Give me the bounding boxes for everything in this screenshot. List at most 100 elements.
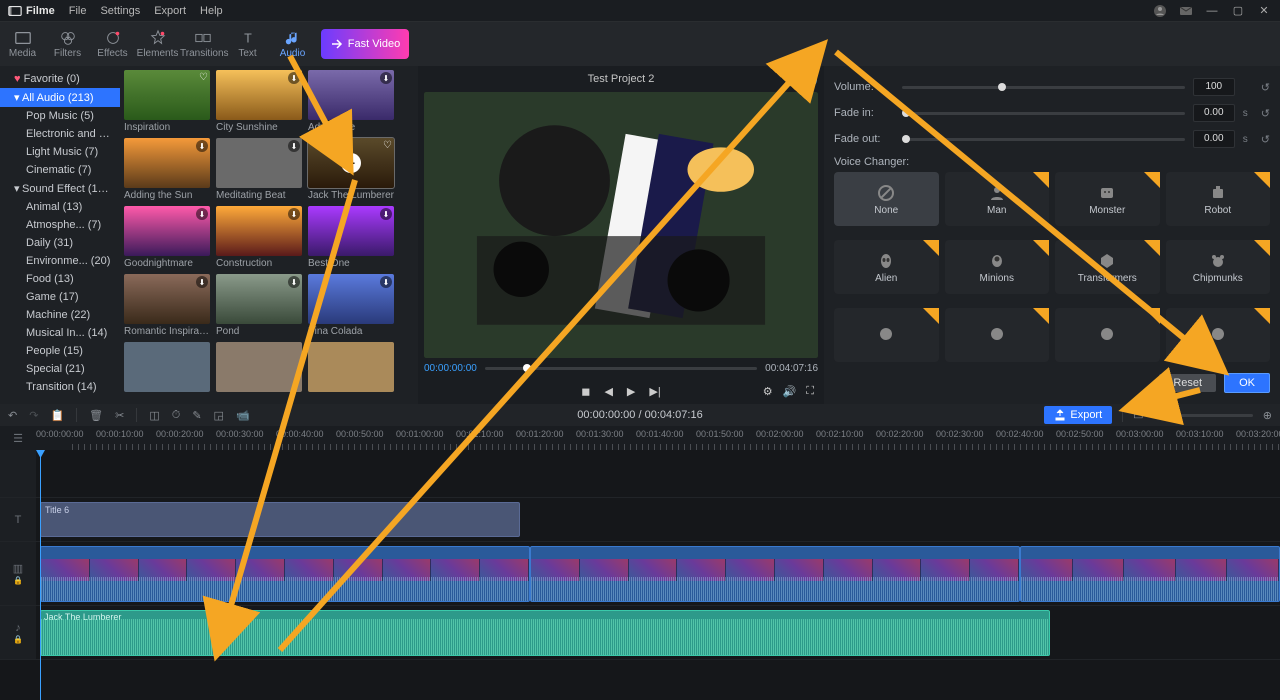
- tree-atmos[interactable]: Atmosphe... (7): [0, 216, 120, 234]
- tree-env[interactable]: Environme... (20): [0, 252, 120, 270]
- tree-daily[interactable]: Daily (31): [0, 234, 120, 252]
- tree-light[interactable]: Light Music (7): [0, 143, 120, 161]
- fadeout-value[interactable]: 0.00: [1193, 130, 1235, 148]
- export-button[interactable]: Export: [1044, 406, 1112, 424]
- menu-help[interactable]: Help: [200, 5, 223, 17]
- tab-audio[interactable]: Audio: [270, 29, 315, 59]
- title-clip[interactable]: Title 6: [40, 502, 520, 537]
- account-icon[interactable]: [1152, 3, 1168, 19]
- tree-musical[interactable]: Musical In... (14): [0, 324, 120, 342]
- fadeout-reset[interactable]: ↺: [1261, 133, 1270, 146]
- marker-button[interactable]: ▭: [1133, 409, 1143, 422]
- clip-extra2[interactable]: [216, 342, 302, 392]
- window-maximize[interactable]: ▢: [1230, 3, 1246, 19]
- color-button[interactable]: ✎: [192, 409, 201, 422]
- zoom-out[interactable]: ⊖: [1154, 409, 1163, 422]
- tree-transition[interactable]: Transition (14): [0, 378, 120, 396]
- clip-adventime[interactable]: ⬇Adventime: [308, 70, 394, 134]
- voice-extra[interactable]: [1055, 308, 1160, 362]
- playhead[interactable]: [40, 450, 41, 700]
- tree-all-audio[interactable]: ▾All Audio (213): [0, 88, 120, 107]
- voice-man[interactable]: Man: [945, 172, 1050, 226]
- tree-cinematic[interactable]: Cinematic (7): [0, 161, 120, 179]
- volume-value[interactable]: 100: [1193, 78, 1235, 96]
- undo-button[interactable]: ↶: [8, 409, 17, 422]
- tree-favorite[interactable]: ♥ Favorite (0): [0, 70, 120, 88]
- menu-file[interactable]: File: [69, 5, 87, 17]
- clip-inspiration[interactable]: ♡Inspiration: [124, 70, 210, 134]
- window-minimize[interactable]: —: [1204, 3, 1220, 19]
- track-header-audio[interactable]: ♪🔒: [0, 606, 36, 659]
- fast-video-button[interactable]: Fast Video: [321, 29, 409, 59]
- video-clip-3[interactable]: 0118Filme3.0 Video Editor: [1020, 546, 1280, 602]
- fadein-reset[interactable]: ↺: [1261, 107, 1270, 120]
- voice-robot[interactable]: Robot: [1166, 172, 1271, 226]
- volume-icon[interactable]: 🔊: [783, 385, 797, 398]
- zoom-slider[interactable]: [1173, 414, 1253, 417]
- clip-meditating[interactable]: ⬇Meditating Beat: [216, 138, 302, 202]
- voice-extra[interactable]: [1166, 308, 1271, 362]
- voice-extra[interactable]: [834, 308, 939, 362]
- clip-adding-sun[interactable]: ⬇Adding the Sun: [124, 138, 210, 202]
- next-frame[interactable]: ▶|: [649, 385, 660, 398]
- track-header-video[interactable]: ▥🔒: [0, 542, 36, 605]
- timeline-menu[interactable]: ☰: [0, 426, 36, 450]
- fadein-slider[interactable]: [902, 112, 1185, 115]
- prev-frame[interactable]: ◀: [604, 385, 612, 398]
- add-clip-button[interactable]: +: [341, 153, 361, 173]
- tree-electronic[interactable]: Electronic and ... (7): [0, 125, 120, 143]
- video-clip-1[interactable]: 0118Filme3.0 Video Editor: [40, 546, 530, 602]
- tab-elements[interactable]: Elements: [135, 29, 180, 59]
- ok-button[interactable]: OK: [1224, 373, 1270, 393]
- tab-filters[interactable]: Filters: [45, 29, 90, 59]
- tree-people[interactable]: People (15): [0, 342, 120, 360]
- voice-monster[interactable]: Monster: [1055, 172, 1160, 226]
- delete-button[interactable]: 🗑: [89, 409, 103, 422]
- scrub-bar[interactable]: [485, 367, 757, 370]
- tree-special[interactable]: Special (21): [0, 360, 120, 378]
- voice-chipmunks[interactable]: Chipmunks: [1166, 240, 1271, 294]
- fadeout-slider[interactable]: [902, 138, 1185, 141]
- settings-icon[interactable]: ⚙: [763, 385, 773, 398]
- clip-pina[interactable]: ⬇Pina Colada: [308, 274, 394, 338]
- tree-machine[interactable]: Machine (22): [0, 306, 120, 324]
- tree-game[interactable]: Game (17): [0, 288, 120, 306]
- menu-export[interactable]: Export: [154, 5, 186, 17]
- fullscreen-icon[interactable]: ⛶: [806, 385, 814, 398]
- clip-extra3[interactable]: [308, 342, 394, 392]
- window-close[interactable]: ✕: [1256, 3, 1272, 19]
- volume-reset[interactable]: ↺: [1261, 81, 1270, 94]
- tree-animal[interactable]: Animal (13): [0, 198, 120, 216]
- timeline-ruler[interactable]: 00:00:00:0000:00:10:0000:00:20:0000:00:3…: [36, 426, 1280, 450]
- record-button[interactable]: 📹: [236, 409, 250, 422]
- stop-button[interactable]: ◼: [581, 385, 590, 398]
- clip-city-sunshine[interactable]: ⬇City Sunshine: [216, 70, 302, 134]
- copy-button[interactable]: 📋: [50, 409, 64, 422]
- tab-media[interactable]: Media: [0, 29, 45, 59]
- reset-button[interactable]: Reset: [1159, 374, 1216, 392]
- tab-transitions[interactable]: Transitions: [180, 29, 225, 59]
- tree-pop[interactable]: Pop Music (5): [0, 107, 120, 125]
- voice-none[interactable]: None: [834, 172, 939, 226]
- crop-button[interactable]: ◫: [149, 409, 159, 422]
- clip-goodnightmare[interactable]: ⬇Goodnightmare: [124, 206, 210, 270]
- menu-settings[interactable]: Settings: [100, 5, 140, 17]
- pip-button[interactable]: ◲: [214, 409, 224, 422]
- tab-text[interactable]: TText: [225, 29, 270, 59]
- mail-icon[interactable]: [1178, 3, 1194, 19]
- voice-extra[interactable]: [945, 308, 1050, 362]
- clip-romantic[interactable]: ⬇Romantic Inspiration: [124, 274, 210, 338]
- video-clip-2[interactable]: 0118Filme3.0 Video Editor: [530, 546, 1020, 602]
- audio-icon[interactable]: [804, 72, 818, 89]
- zoom-in[interactable]: ⊕: [1263, 409, 1272, 422]
- clip-construction[interactable]: ⬇Construction: [216, 206, 302, 270]
- clip-jack-lumberer[interactable]: ♡+Jack The Lumberer: [308, 138, 394, 202]
- fadein-value[interactable]: 0.00: [1193, 104, 1235, 122]
- voice-minions[interactable]: Minions: [945, 240, 1050, 294]
- volume-slider[interactable]: [902, 86, 1185, 89]
- tree-sfx[interactable]: ▾Sound Effect (190): [0, 179, 120, 198]
- speed-button[interactable]: ⏱: [172, 409, 181, 422]
- audio-clip[interactable]: Jack The Lumberer: [40, 610, 1050, 656]
- tab-effects[interactable]: Effects: [90, 29, 135, 59]
- redo-button[interactable]: ↷: [29, 409, 38, 422]
